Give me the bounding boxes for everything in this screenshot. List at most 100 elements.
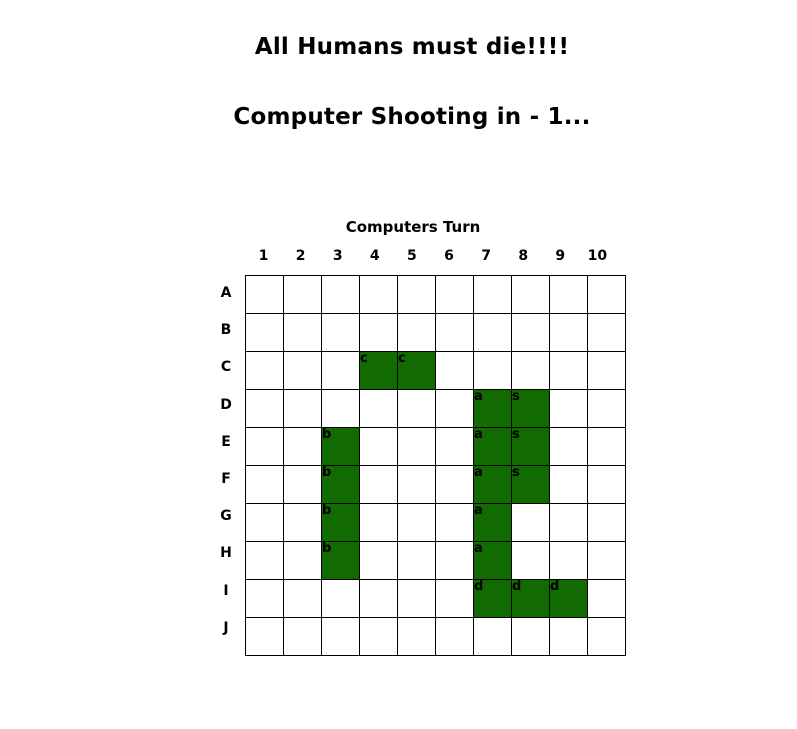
cell-E3[interactable]: b bbox=[321, 427, 360, 466]
cell-C5[interactable]: c bbox=[397, 351, 436, 390]
cell-J2[interactable] bbox=[283, 617, 322, 656]
cell-D1[interactable] bbox=[245, 389, 284, 428]
cell-D10[interactable] bbox=[587, 389, 626, 428]
cell-F9[interactable] bbox=[549, 465, 588, 504]
cell-A5[interactable] bbox=[397, 275, 436, 314]
cell-I9[interactable]: d bbox=[549, 579, 588, 618]
cell-D9[interactable] bbox=[549, 389, 588, 428]
cell-H6[interactable] bbox=[435, 541, 474, 580]
cell-C10[interactable] bbox=[587, 351, 626, 390]
cell-J9[interactable] bbox=[549, 617, 588, 656]
cell-A2[interactable] bbox=[283, 275, 322, 314]
cell-A3[interactable] bbox=[321, 275, 360, 314]
cell-C8[interactable] bbox=[511, 351, 550, 390]
cell-B8[interactable] bbox=[511, 313, 550, 352]
cell-J1[interactable] bbox=[245, 617, 284, 656]
cell-D2[interactable] bbox=[283, 389, 322, 428]
cell-G8[interactable] bbox=[511, 503, 550, 542]
cell-A6[interactable] bbox=[435, 275, 474, 314]
cell-C2[interactable] bbox=[283, 351, 322, 390]
cell-G9[interactable] bbox=[549, 503, 588, 542]
cell-B7[interactable] bbox=[473, 313, 512, 352]
cell-D8[interactable]: s bbox=[511, 389, 550, 428]
cell-J10[interactable] bbox=[587, 617, 626, 656]
cell-E5[interactable] bbox=[397, 427, 436, 466]
cell-J6[interactable] bbox=[435, 617, 474, 656]
cell-D4[interactable] bbox=[359, 389, 398, 428]
cell-F1[interactable] bbox=[245, 465, 284, 504]
cell-G1[interactable] bbox=[245, 503, 284, 542]
cell-A1[interactable] bbox=[245, 275, 284, 314]
cell-E1[interactable] bbox=[245, 427, 284, 466]
cell-C3[interactable] bbox=[321, 351, 360, 390]
cell-H3[interactable]: b bbox=[321, 541, 360, 580]
cell-C7[interactable] bbox=[473, 351, 512, 390]
cell-D5[interactable] bbox=[397, 389, 436, 428]
cell-I1[interactable] bbox=[245, 579, 284, 618]
cell-C6[interactable] bbox=[435, 351, 474, 390]
cell-A7[interactable] bbox=[473, 275, 512, 314]
cell-F6[interactable] bbox=[435, 465, 474, 504]
cell-I3[interactable] bbox=[321, 579, 360, 618]
cell-I6[interactable] bbox=[435, 579, 474, 618]
cell-G4[interactable] bbox=[359, 503, 398, 542]
cell-B5[interactable] bbox=[397, 313, 436, 352]
cell-H2[interactable] bbox=[283, 541, 322, 580]
cell-G2[interactable] bbox=[283, 503, 322, 542]
cell-G5[interactable] bbox=[397, 503, 436, 542]
cell-J4[interactable] bbox=[359, 617, 398, 656]
cell-E9[interactable] bbox=[549, 427, 588, 466]
cell-I7[interactable]: d bbox=[473, 579, 512, 618]
cell-H9[interactable] bbox=[549, 541, 588, 580]
cell-B10[interactable] bbox=[587, 313, 626, 352]
cell-E8[interactable]: s bbox=[511, 427, 550, 466]
cell-B2[interactable] bbox=[283, 313, 322, 352]
cell-F8[interactable]: s bbox=[511, 465, 550, 504]
cell-D7[interactable]: a bbox=[473, 389, 512, 428]
cell-H10[interactable] bbox=[587, 541, 626, 580]
cell-I4[interactable] bbox=[359, 579, 398, 618]
cell-B1[interactable] bbox=[245, 313, 284, 352]
cell-B9[interactable] bbox=[549, 313, 588, 352]
cell-C1[interactable] bbox=[245, 351, 284, 390]
cell-G3[interactable]: b bbox=[321, 503, 360, 542]
cell-E7[interactable]: a bbox=[473, 427, 512, 466]
cell-G10[interactable] bbox=[587, 503, 626, 542]
cell-I8[interactable]: d bbox=[511, 579, 550, 618]
cell-E2[interactable] bbox=[283, 427, 322, 466]
cell-A10[interactable] bbox=[587, 275, 626, 314]
cell-F7[interactable]: a bbox=[473, 465, 512, 504]
cell-C4[interactable]: c bbox=[359, 351, 398, 390]
cell-H7[interactable]: a bbox=[473, 541, 512, 580]
cell-J7[interactable] bbox=[473, 617, 512, 656]
cell-G7[interactable]: a bbox=[473, 503, 512, 542]
cell-F2[interactable] bbox=[283, 465, 322, 504]
cell-B3[interactable] bbox=[321, 313, 360, 352]
cell-J3[interactable] bbox=[321, 617, 360, 656]
cell-H5[interactable] bbox=[397, 541, 436, 580]
cell-B4[interactable] bbox=[359, 313, 398, 352]
cell-D6[interactable] bbox=[435, 389, 474, 428]
cell-J8[interactable] bbox=[511, 617, 550, 656]
cell-H8[interactable] bbox=[511, 541, 550, 580]
cell-I10[interactable] bbox=[587, 579, 626, 618]
cell-J5[interactable] bbox=[397, 617, 436, 656]
cell-E10[interactable] bbox=[587, 427, 626, 466]
cell-H1[interactable] bbox=[245, 541, 284, 580]
cell-F4[interactable] bbox=[359, 465, 398, 504]
cell-C9[interactable] bbox=[549, 351, 588, 390]
cell-E6[interactable] bbox=[435, 427, 474, 466]
cell-G6[interactable] bbox=[435, 503, 474, 542]
cell-F3[interactable]: b bbox=[321, 465, 360, 504]
cell-A8[interactable] bbox=[511, 275, 550, 314]
cell-H4[interactable] bbox=[359, 541, 398, 580]
cell-I5[interactable] bbox=[397, 579, 436, 618]
cell-D3[interactable] bbox=[321, 389, 360, 428]
cell-A9[interactable] bbox=[549, 275, 588, 314]
cell-F5[interactable] bbox=[397, 465, 436, 504]
cell-A4[interactable] bbox=[359, 275, 398, 314]
cell-I2[interactable] bbox=[283, 579, 322, 618]
cell-E4[interactable] bbox=[359, 427, 398, 466]
cell-F10[interactable] bbox=[587, 465, 626, 504]
cell-B6[interactable] bbox=[435, 313, 474, 352]
